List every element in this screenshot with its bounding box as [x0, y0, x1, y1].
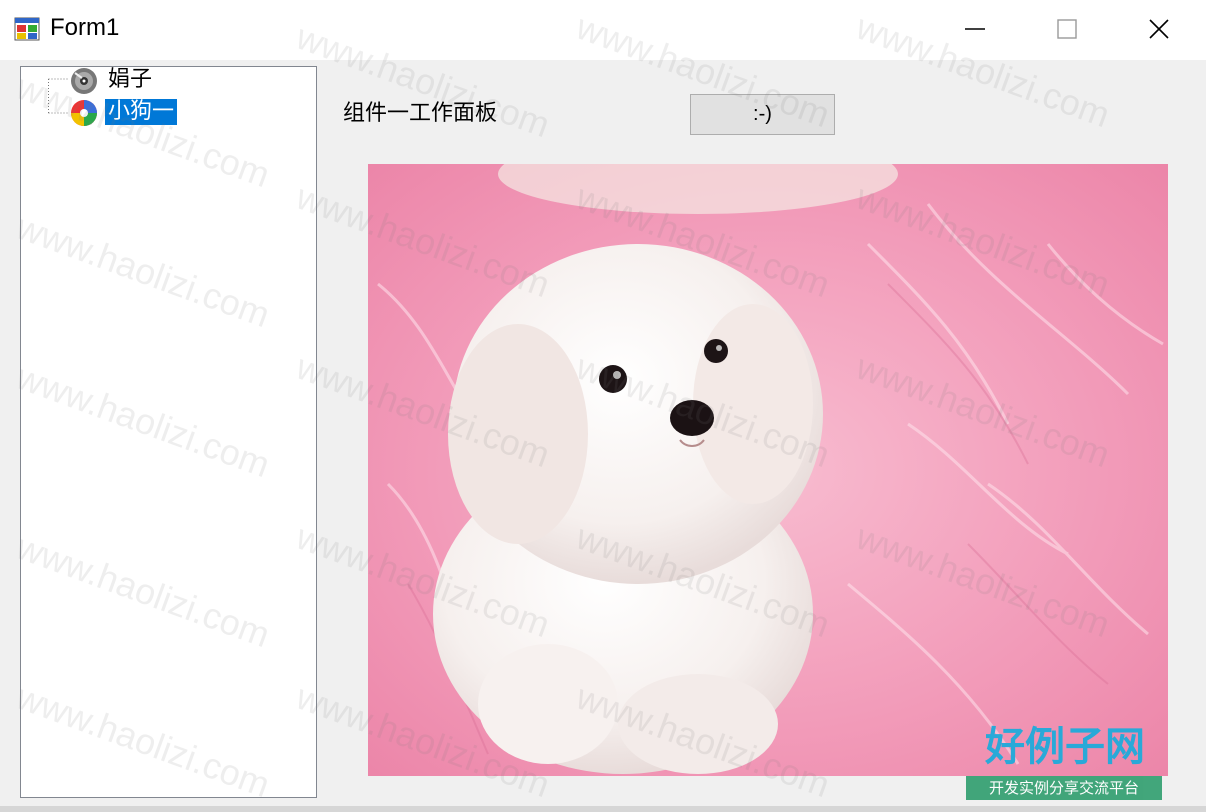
window-bottom-edge — [0, 806, 1206, 812]
tree-view[interactable]: 娟子 小狗一 — [20, 66, 317, 798]
tree-node-label-selected: 小狗一 — [105, 99, 178, 125]
cd-icon — [71, 68, 97, 94]
watermark-logo-title: 好例子网 — [985, 723, 1145, 770]
title-bar: Form1 — [0, 0, 1206, 60]
close-button[interactable] — [1112, 0, 1204, 60]
close-icon — [1149, 19, 1169, 39]
minimize-icon — [965, 28, 985, 30]
smiley-button[interactable]: :-) — [690, 94, 835, 135]
maximize-icon — [1057, 19, 1077, 39]
watermark-logo: 好例子网 开发实例分享交流平台 — [966, 724, 1166, 802]
app-icon — [14, 17, 40, 41]
window-title: Form1 — [50, 14, 120, 41]
colorful-disc-icon — [71, 100, 97, 126]
panel-label: 组件一工作面板 — [343, 101, 498, 126]
watermark-logo-subtitle: 开发实例分享交流平台 — [966, 776, 1162, 800]
puppy-image — [368, 164, 1168, 776]
tree-node-label: 娟子 — [108, 67, 153, 92]
maximize-button[interactable] — [1020, 0, 1112, 60]
puppy-picture — [368, 164, 1168, 776]
minimize-button[interactable] — [928, 0, 1020, 60]
